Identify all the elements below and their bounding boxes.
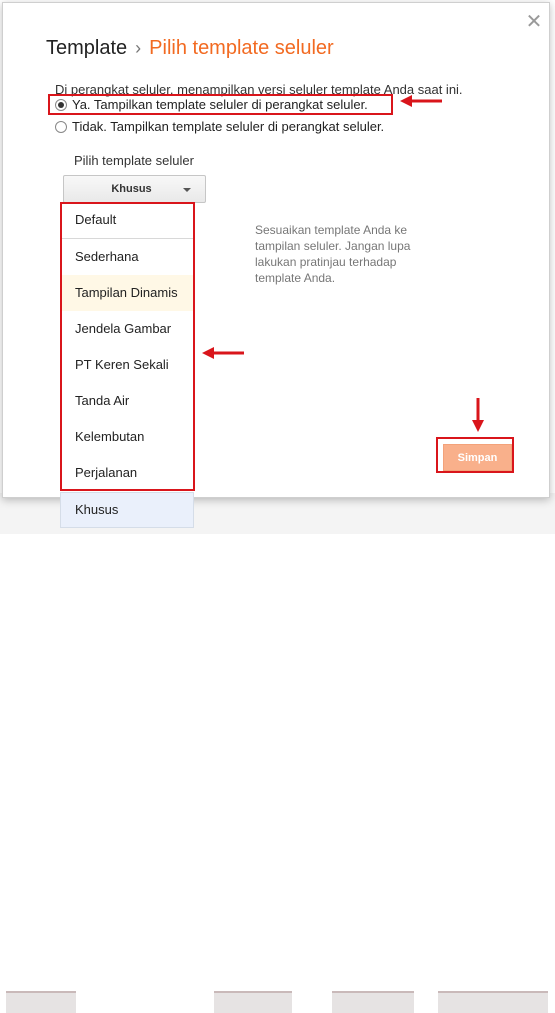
dropdown-item-perjalanan[interactable]: Perjalanan <box>61 455 195 491</box>
dropdown-item-default[interactable]: Default <box>61 203 195 239</box>
dropdown-value: Khusus <box>111 183 152 195</box>
template-thumbnail <box>332 991 414 1013</box>
dropdown-item-khusus[interactable]: Khusus <box>61 493 193 527</box>
dropdown-item-sederhana[interactable]: Sederhana <box>61 239 195 275</box>
template-dropdown[interactable]: Khusus <box>63 175 206 203</box>
option-no-label[interactable]: Tidak. Tampilkan template seluler di per… <box>72 119 384 134</box>
template-dropdown-menu: Default Sederhana Tampilan Dinamis Jende… <box>61 203 195 491</box>
option-no[interactable]: Tidak. Tampilkan template seluler di per… <box>55 119 384 134</box>
breadcrumb-template: Template <box>46 37 128 59</box>
template-thumbnail <box>214 991 292 1013</box>
dropdown-item-jendela-gambar[interactable]: Jendela Gambar <box>61 311 195 347</box>
dropdown-item-khusus-wrap: Khusus <box>60 492 194 528</box>
arrow-pointer-yes-icon <box>400 95 442 107</box>
template-thumbnail <box>438 991 548 1013</box>
template-picker-label: Pilih template seluler <box>74 153 194 168</box>
breadcrumb-separator: › <box>135 38 142 58</box>
arrow-pointer-save-icon <box>472 398 484 432</box>
highlight-box-save <box>436 437 514 473</box>
template-thumbnail <box>6 991 76 1013</box>
dropdown-item-pt-keren-sekali[interactable]: PT Keren Sekali <box>61 347 195 383</box>
arrow-pointer-dropdown-icon <box>202 347 244 359</box>
highlight-box-yes-option <box>48 94 393 115</box>
dropdown-item-tampilan-dinamis[interactable]: Tampilan Dinamis <box>61 275 195 311</box>
page-title: Pilih template seluler <box>149 37 334 59</box>
dropdown-item-tanda-air[interactable]: Tanda Air <box>61 383 195 419</box>
radio-no[interactable] <box>55 120 67 133</box>
dialog-title: Template › Pilih template seluler <box>46 37 334 60</box>
dropdown-item-kelembutan[interactable]: Kelembutan <box>61 419 195 455</box>
chevron-down-icon <box>183 188 191 192</box>
close-icon[interactable]: ✕ <box>525 12 543 32</box>
customize-hint: Sesuaikan template Anda ke tampilan selu… <box>255 223 411 285</box>
